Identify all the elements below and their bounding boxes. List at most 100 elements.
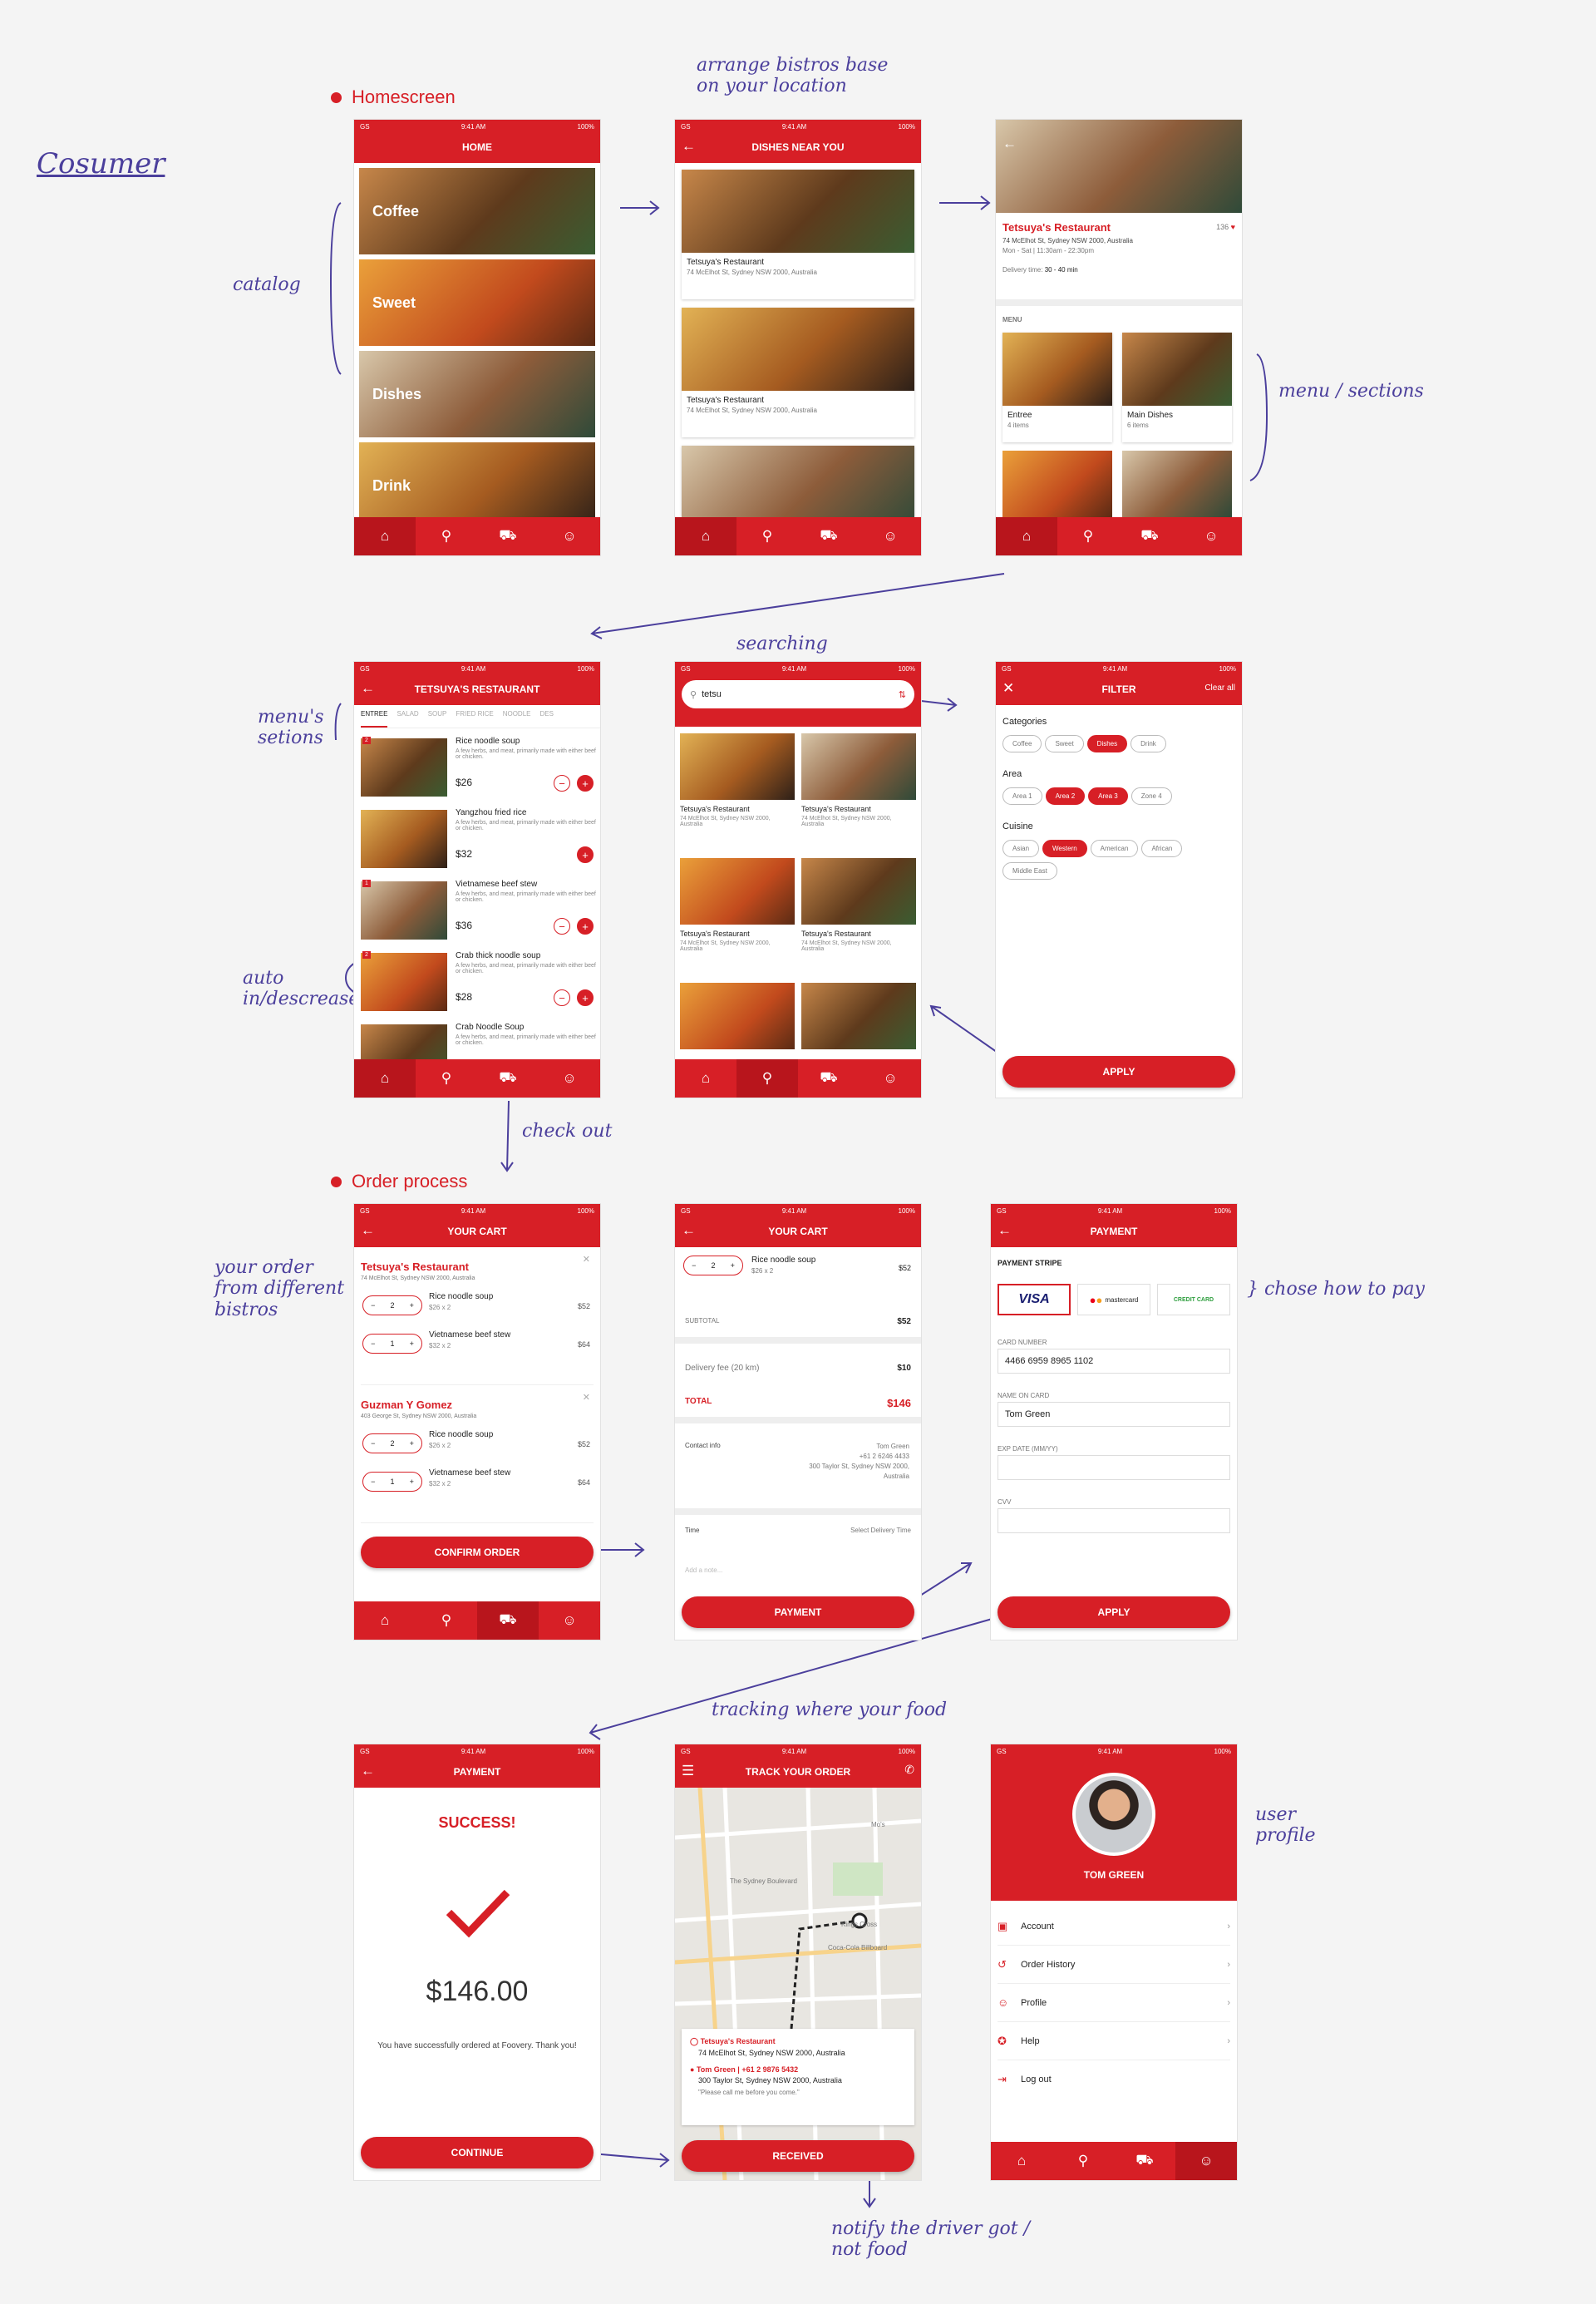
filter-chip[interactable]: Coffee [1002, 735, 1042, 752]
received-button[interactable]: RECEIVED [682, 2140, 914, 2172]
search-result-card[interactable]: Tetsuya's Restaurant 74 McElhot St, Sydne… [680, 733, 795, 853]
cvv-field[interactable] [998, 1508, 1230, 1533]
quantity-stepper[interactable]: −2 + [362, 1433, 422, 1453]
home-icon[interactable]: ⌂ [354, 1601, 416, 1640]
cart-icon[interactable]: ⛟ [798, 1059, 860, 1098]
cart-icon[interactable]: ⛟ [1119, 517, 1180, 555]
visa-option[interactable]: VISA [998, 1284, 1071, 1315]
credit-card-option[interactable]: CREDIT CARD [1157, 1284, 1230, 1315]
tab-dessert[interactable]: DES [540, 710, 554, 728]
home-icon[interactable]: ⌂ [354, 517, 416, 555]
menu-logout[interactable]: ⇥ Log out [998, 2060, 1230, 2099]
apply-button[interactable]: APPLY [998, 1596, 1230, 1628]
dish-card[interactable] [682, 446, 914, 517]
user-icon[interactable]: ☺ [539, 1059, 600, 1098]
search-result-card[interactable]: Tetsuya's Restaurant 74 McElhot St, Sydne… [801, 733, 916, 853]
filter-chip[interactable]: American [1090, 840, 1139, 857]
menu-section-card[interactable]: Main Dishes 6 items [1122, 333, 1232, 442]
search-icon[interactable]: ⚲ [736, 1059, 798, 1098]
search-input[interactable]: tetsu [702, 689, 722, 699]
menu-section-card[interactable]: Entree 4 items [1002, 333, 1112, 442]
cart-icon[interactable]: ⛟ [477, 517, 539, 555]
filter-chip[interactable]: Area 2 [1045, 787, 1086, 805]
quantity-stepper[interactable]: −1 + [362, 1334, 422, 1354]
phone-icon[interactable]: ✆ [904, 1763, 914, 1777]
close-icon[interactable]: ✕ [583, 1254, 590, 1265]
cart-icon[interactable]: ⛟ [477, 1059, 539, 1098]
tab-entree[interactable]: ENTREE [361, 710, 388, 728]
filter-icon[interactable]: ⇅ [899, 689, 906, 700]
filter-chip[interactable]: Zone 4 [1130, 787, 1172, 805]
close-icon[interactable]: ✕ [583, 1392, 590, 1403]
increase-button[interactable]: + [577, 775, 594, 792]
menu-help[interactable]: ✪ Help › [998, 2022, 1230, 2060]
clear-all-button[interactable]: Clear all [1204, 683, 1235, 693]
user-icon[interactable]: ☺ [539, 1601, 600, 1640]
mastercard-option[interactable]: ● ● mastercard [1077, 1284, 1150, 1315]
home-icon[interactable]: ⌂ [675, 1059, 736, 1098]
card-number-field[interactable]: 4466 6959 8965 1102 [998, 1349, 1230, 1374]
filter-chip[interactable]: Drink [1130, 735, 1166, 752]
cart-icon[interactable]: ⛟ [477, 1601, 539, 1640]
back-icon[interactable]: ← [1002, 136, 1017, 150]
decrease-button[interactable]: − [554, 775, 570, 792]
tab-fried-rice[interactable]: FRIED RICE [456, 710, 493, 728]
filter-chip[interactable]: Asian [1002, 840, 1040, 857]
increase-button[interactable]: + [577, 918, 594, 935]
home-icon[interactable]: ⌂ [675, 517, 736, 555]
category-coffee[interactable]: Coffee [359, 168, 595, 254]
home-icon[interactable]: ⌂ [991, 2142, 1052, 2180]
heart-icon[interactable]: ♥ [1231, 223, 1235, 231]
quantity-stepper[interactable]: −1 + [362, 1472, 422, 1492]
tab-salad[interactable]: SALAD [397, 710, 418, 728]
user-icon[interactable]: ☺ [1180, 517, 1242, 555]
increase-button[interactable]: + [577, 989, 594, 1006]
exp-date-field[interactable] [998, 1455, 1230, 1480]
search-result-card[interactable]: Tetsuya's Restaurant 74 McElhot St, Sydne… [680, 858, 795, 978]
quantity-stepper[interactable]: −2 + [362, 1295, 422, 1315]
menu-account[interactable]: ▣ Account › [998, 1907, 1230, 1946]
search-icon[interactable]: ⚲ [1057, 517, 1119, 555]
dish-card[interactable]: Tetsuya's Restaurant 74 McElhot St, Sydne… [682, 170, 914, 299]
name-on-card-field[interactable]: Tom Green [998, 1402, 1230, 1427]
filter-chip[interactable]: Sweet [1045, 735, 1084, 752]
payment-button[interactable]: PAYMENT [682, 1596, 914, 1628]
continue-button[interactable]: CONTINUE [361, 2137, 594, 2168]
filter-chip[interactable]: Area 1 [1002, 787, 1042, 805]
menu-order-history[interactable]: ↺ Order History › [998, 1946, 1230, 1984]
filter-chip[interactable]: Dishes [1086, 735, 1128, 752]
decrease-button[interactable]: − [554, 989, 570, 1006]
menu-profile[interactable]: ☺ Profile › [998, 1984, 1230, 2022]
quantity-stepper[interactable]: −2 + [683, 1256, 743, 1275]
tab-noodle[interactable]: NOODLE [503, 710, 531, 728]
filter-chip[interactable]: Western [1042, 840, 1087, 857]
cart-icon[interactable]: ⛟ [1114, 2142, 1175, 2180]
home-icon[interactable]: ⌂ [996, 517, 1057, 555]
search-icon[interactable]: ⚲ [1052, 2142, 1114, 2180]
category-dishes[interactable]: Dishes [359, 351, 595, 437]
user-icon[interactable]: ☺ [1175, 2142, 1237, 2180]
tab-soup[interactable]: SOUP [428, 710, 447, 728]
increase-button[interactable]: + [577, 846, 594, 863]
cart-icon[interactable]: ⛟ [798, 517, 860, 555]
apply-button[interactable]: APPLY [1002, 1056, 1235, 1088]
search-result-card[interactable]: Tetsuya's Restaurant 74 McElhot St, Sydne… [801, 858, 916, 978]
decrease-button[interactable]: − [554, 918, 570, 935]
note-input[interactable]: Add a note... [685, 1566, 722, 1574]
search-icon[interactable]: ⚲ [416, 517, 477, 555]
search-icon[interactable]: ⚲ [736, 517, 798, 555]
delivery-time-select[interactable]: Select Delivery Time [850, 1527, 911, 1534]
avatar[interactable] [1072, 1773, 1155, 1856]
category-sweet[interactable]: Sweet [359, 259, 595, 346]
home-icon[interactable]: ⌂ [354, 1059, 416, 1098]
filter-chip[interactable]: Middle East [1002, 862, 1057, 880]
search-icon[interactable]: ⚲ [416, 1601, 477, 1640]
filter-chip[interactable]: African [1141, 840, 1183, 857]
user-icon[interactable]: ☺ [539, 517, 600, 555]
confirm-order-button[interactable]: CONFIRM ORDER [361, 1537, 594, 1568]
filter-chip[interactable]: Area 3 [1088, 787, 1128, 805]
user-icon[interactable]: ☺ [860, 1059, 921, 1098]
search-icon[interactable]: ⚲ [416, 1059, 477, 1098]
dish-card[interactable]: Tetsuya's Restaurant 74 McElhot St, Sydne… [682, 308, 914, 437]
user-icon[interactable]: ☺ [860, 517, 921, 555]
